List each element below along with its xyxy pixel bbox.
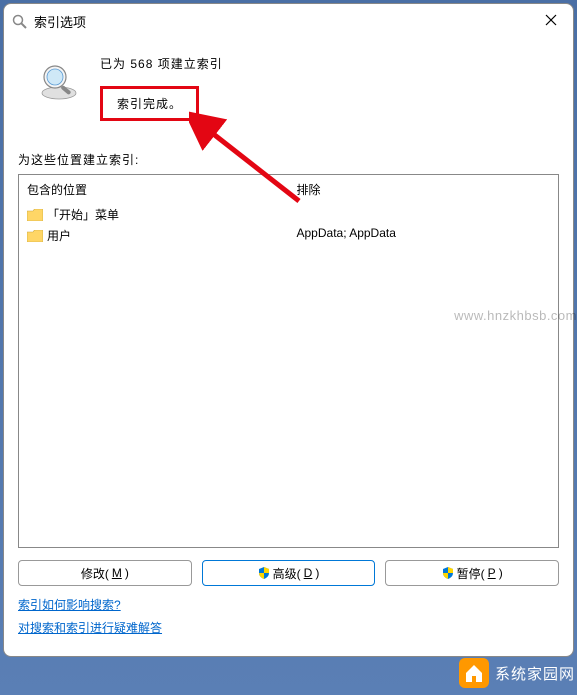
col-excluded-header: 排除 xyxy=(297,181,551,198)
magnifier-icon xyxy=(38,61,80,106)
locations-list[interactable]: 包含的位置 「开始」菜单 用户 排除 AppData; AppData xyxy=(18,174,559,548)
col-included-header: 包含的位置 xyxy=(27,181,281,198)
close-button[interactable] xyxy=(537,10,565,33)
site-logo: 系统家园网 xyxy=(459,658,575,688)
house-icon xyxy=(459,658,489,688)
shield-icon xyxy=(258,567,270,579)
index-count-line: 已为 568 项建立索引 xyxy=(100,55,223,72)
indexing-options-window: 索引选项 已为 568 项建立索引 索引完成。 xyxy=(3,3,574,657)
item-excluded: AppData; AppData xyxy=(297,226,396,240)
window-title: 索引选项 xyxy=(34,12,86,31)
indexing-icon xyxy=(12,14,28,30)
shield-icon xyxy=(442,567,454,579)
status-area: 已为 568 项建立索引 索引完成。 xyxy=(38,47,559,121)
link-how-index-affects-search[interactable]: 索引如何影响搜索? xyxy=(18,596,121,613)
titlebar: 索引选项 xyxy=(4,4,573,39)
index-complete-highlight: 索引完成。 xyxy=(100,86,199,121)
list-item[interactable]: 「开始」菜单 xyxy=(27,206,281,223)
modify-button[interactable]: 修改(M) xyxy=(18,560,192,586)
locations-label: 为这些位置建立索引: xyxy=(18,151,559,168)
pause-button[interactable]: 暂停(P) xyxy=(385,560,559,586)
link-troubleshoot[interactable]: 对搜索和索引进行疑难解答 xyxy=(18,619,162,636)
folder-icon xyxy=(27,230,43,242)
advanced-button[interactable]: 高级(D) xyxy=(202,560,376,586)
item-name: 用户 xyxy=(47,227,71,244)
folder-icon xyxy=(27,209,43,221)
list-item[interactable]: 用户 xyxy=(27,227,281,244)
item-name: 「开始」菜单 xyxy=(47,206,119,223)
